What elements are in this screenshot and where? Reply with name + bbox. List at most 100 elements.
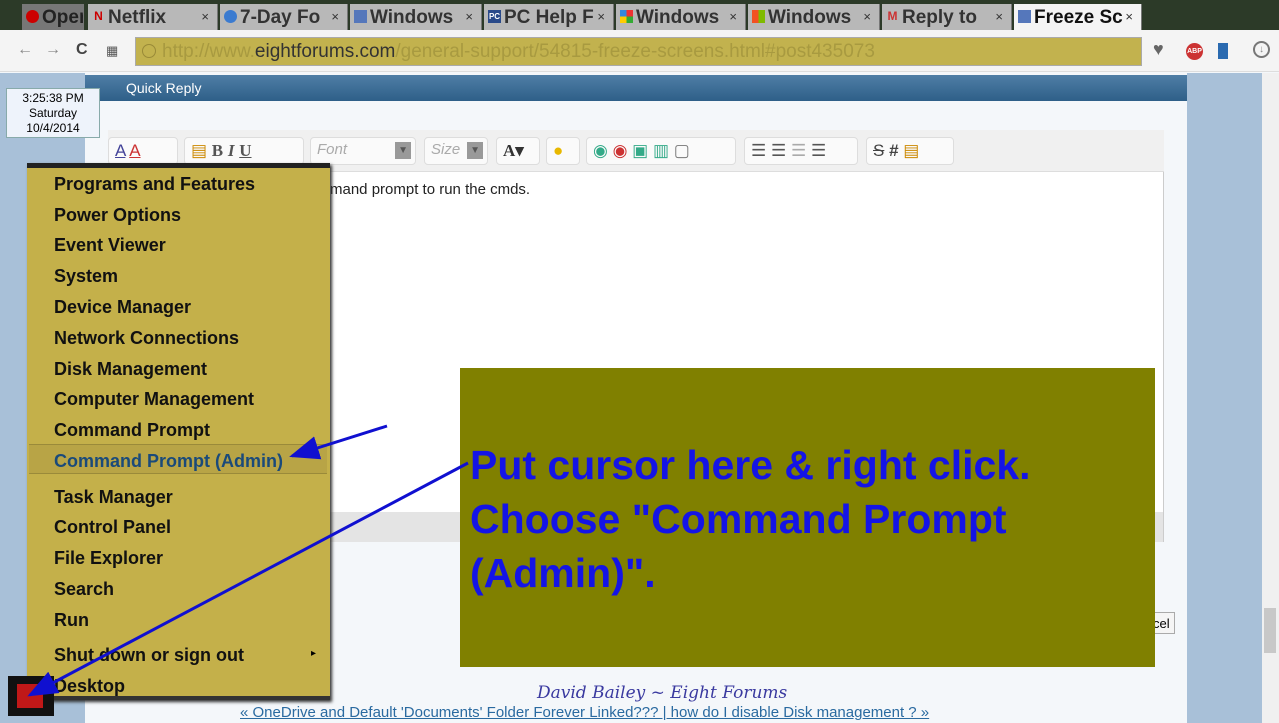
size-select-label: Size bbox=[431, 141, 461, 158]
tab-netflix[interactable]: N Netflix × bbox=[88, 4, 218, 30]
tab-opera-menu[interactable]: Opera bbox=[22, 4, 84, 30]
video-icon[interactable]: ▥ bbox=[653, 141, 669, 160]
site-info-icon[interactable] bbox=[142, 44, 156, 58]
annotation-line-1: Put cursor here & right click. bbox=[470, 442, 1031, 488]
forward-icon[interactable]: → bbox=[45, 41, 61, 59]
image-icon[interactable]: ▣ bbox=[632, 141, 648, 160]
menu-item-file-explorer[interactable]: File Explorer bbox=[54, 548, 163, 569]
tab-label: Windows bbox=[370, 7, 454, 28]
indent-icon[interactable]: ☰ bbox=[811, 141, 826, 160]
tab-label: Freeze Sc bbox=[1034, 7, 1123, 28]
instruction-annotation: Put cursor here & right click. Choose "C… bbox=[460, 368, 1155, 667]
gmail-icon: M bbox=[887, 9, 898, 23]
thread-navigation-links[interactable]: « OneDrive and Default 'Documents' Folde… bbox=[240, 704, 929, 721]
tab-freeze-screens[interactable]: Freeze Sc × bbox=[1014, 4, 1142, 30]
forum-signature: David Bailey ~ Eight Forums bbox=[537, 683, 788, 703]
winx-power-user-menu: Programs and Features Power Options Even… bbox=[27, 163, 330, 700]
remove-format-icon[interactable]: A bbox=[115, 141, 125, 160]
reload-icon[interactable]: C bbox=[76, 41, 88, 59]
tab-windows-2[interactable]: Windows × bbox=[616, 4, 746, 30]
tab-windows-1[interactable]: Windows × bbox=[350, 4, 482, 30]
windows-forum-icon bbox=[354, 10, 367, 23]
menu-item-disk-management[interactable]: Disk Management bbox=[54, 359, 207, 380]
strikethrough-icon[interactable]: S bbox=[873, 141, 884, 160]
menu-item-control-panel[interactable]: Control Panel bbox=[54, 517, 171, 538]
tab-label: Windows bbox=[636, 7, 720, 28]
hash-icon[interactable]: # bbox=[889, 141, 898, 160]
windows-logo-icon bbox=[752, 10, 765, 23]
clock-date: 10/4/2014 bbox=[26, 121, 80, 135]
tab-pc-help[interactable]: PC PC Help F × bbox=[484, 4, 614, 30]
bold-icon[interactable]: B bbox=[212, 141, 223, 160]
font-color-group[interactable]: A A bbox=[108, 137, 178, 165]
scrollbar-thumb[interactable] bbox=[1264, 608, 1276, 653]
tab-windows-3[interactable]: Windows × bbox=[748, 4, 880, 30]
misc-group: S # ▤ bbox=[866, 137, 954, 165]
url-domain: eightforums.com bbox=[254, 41, 396, 62]
tab-label: PC Help F bbox=[504, 7, 594, 28]
text-color-icon[interactable]: A bbox=[129, 141, 140, 160]
size-select[interactable]: Size ▼ bbox=[424, 137, 488, 165]
editor-text: mand prompt to run the cmds. bbox=[330, 181, 531, 198]
menu-item-run[interactable]: Run bbox=[54, 610, 89, 631]
menu-item-shut-down-or-sign-out[interactable]: Shut down or sign out bbox=[54, 645, 244, 666]
menu-item-command-prompt[interactable]: Command Prompt bbox=[54, 420, 210, 441]
paste-word-icon[interactable]: ▤ bbox=[903, 141, 919, 160]
menu-item-computer-management[interactable]: Computer Management bbox=[54, 389, 254, 410]
outdent-icon[interactable]: ☰ bbox=[791, 141, 806, 160]
italic-icon[interactable]: I bbox=[228, 141, 235, 160]
close-tab-icon[interactable]: × bbox=[331, 9, 339, 24]
tab-label: Opera bbox=[42, 7, 83, 28]
close-tab-icon[interactable]: × bbox=[597, 9, 605, 24]
quote-icon[interactable]: ▢ bbox=[674, 141, 690, 160]
address-bar[interactable]: http://www.eightforums.com/general-suppo… bbox=[135, 37, 1142, 66]
underline-icon[interactable]: U bbox=[239, 141, 251, 160]
start-button[interactable] bbox=[8, 676, 54, 716]
extension-icon[interactable] bbox=[1218, 43, 1228, 59]
tab-label: 7-Day Fo bbox=[240, 7, 321, 28]
adblock-icon[interactable]: ABP bbox=[1186, 43, 1203, 60]
speed-dial-icon[interactable]: ▦ bbox=[106, 43, 118, 59]
back-icon[interactable]: ← bbox=[17, 41, 33, 59]
close-tab-icon[interactable]: × bbox=[465, 9, 473, 24]
page-right-background bbox=[1187, 73, 1262, 723]
menu-item-command-prompt-admin[interactable]: Command Prompt (Admin) bbox=[54, 451, 283, 472]
menu-item-network-connections[interactable]: Network Connections bbox=[54, 328, 239, 349]
unordered-list-icon[interactable]: ☰ bbox=[771, 141, 786, 160]
quick-reply-header: Quick Reply bbox=[85, 75, 1187, 101]
heart-icon[interactable]: ♥ bbox=[1153, 39, 1164, 60]
eightforums-icon bbox=[1018, 10, 1031, 23]
menu-item-device-manager[interactable]: Device Manager bbox=[54, 297, 191, 318]
vertical-scrollbar[interactable] bbox=[1262, 73, 1279, 723]
menu-item-programs-and-features[interactable]: Programs and Features bbox=[54, 174, 255, 195]
quick-reply-title: Quick Reply bbox=[126, 80, 202, 96]
close-tab-icon[interactable]: × bbox=[863, 9, 871, 24]
annotation-line-2: Choose "Command Prompt bbox=[470, 496, 1007, 542]
close-tab-icon[interactable]: × bbox=[995, 9, 1003, 24]
tab-bar: Opera N Netflix × 7-Day Fo × Windows × PCPC … bbox=[0, 0, 1279, 30]
chevron-down-icon: ▼ bbox=[395, 142, 411, 159]
submenu-arrow-icon: ▸ bbox=[311, 648, 317, 659]
menu-item-desktop[interactable]: Desktop bbox=[54, 676, 125, 697]
list-group: ☰ ☰ ☰ ☰ bbox=[744, 137, 858, 165]
menu-item-event-viewer[interactable]: Event Viewer bbox=[54, 235, 166, 256]
download-icon[interactable]: ↓ bbox=[1253, 41, 1270, 58]
menu-item-task-manager[interactable]: Task Manager bbox=[54, 487, 173, 508]
smiley-icon[interactable]: ● bbox=[546, 137, 580, 165]
paste-icon[interactable]: ▤ bbox=[191, 141, 207, 160]
font-select[interactable]: Font ▼ bbox=[310, 137, 416, 165]
menu-item-power-options[interactable]: Power Options bbox=[54, 205, 181, 226]
menu-item-system[interactable]: System bbox=[54, 266, 118, 287]
link-icon[interactable]: ◉ bbox=[593, 141, 608, 160]
clock-tooltip: 3:25:38 PM Saturday 10/4/2014 bbox=[6, 88, 100, 138]
menu-item-search[interactable]: Search bbox=[54, 579, 114, 600]
tab-weather[interactable]: 7-Day Fo × bbox=[220, 4, 348, 30]
font-size-icon[interactable]: A▾ bbox=[496, 137, 540, 165]
close-tab-icon[interactable]: × bbox=[1125, 9, 1133, 24]
ordered-list-icon[interactable]: ☰ bbox=[751, 141, 766, 160]
unlink-icon[interactable]: ◉ bbox=[613, 141, 628, 160]
close-tab-icon[interactable]: × bbox=[729, 9, 737, 24]
tab-gmail[interactable]: M Reply to × bbox=[882, 4, 1012, 30]
insert-group: ◉ ◉ ▣ ▥ ▢ bbox=[586, 137, 736, 165]
close-tab-icon[interactable]: × bbox=[201, 9, 209, 24]
